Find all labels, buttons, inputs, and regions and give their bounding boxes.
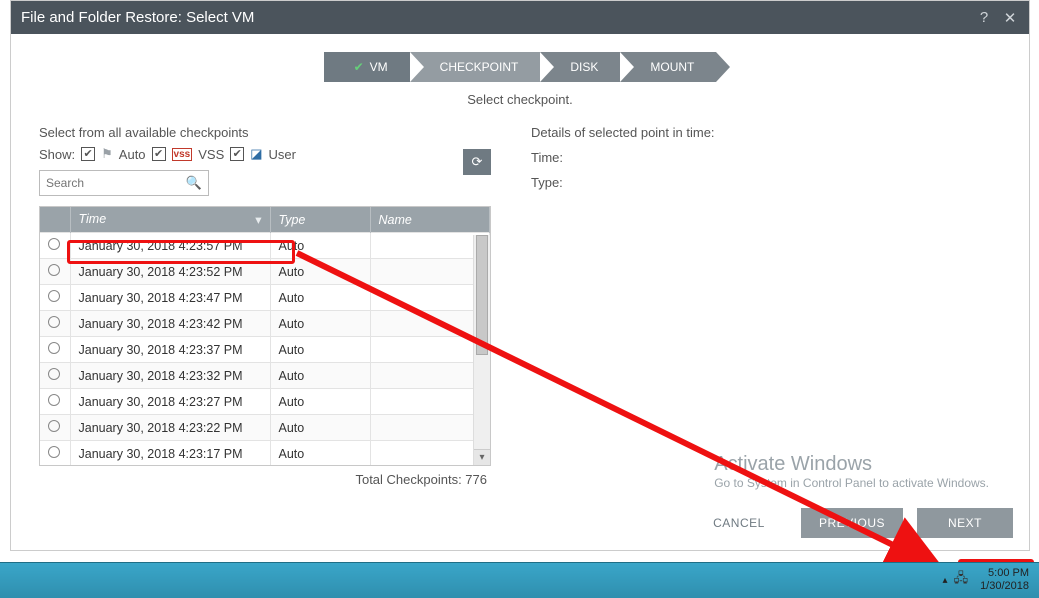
row-time: January 30, 2018 4:23:42 PM — [70, 311, 270, 337]
filter-user-label: User — [269, 147, 296, 162]
search-input[interactable] — [40, 171, 180, 195]
sort-desc-icon: ▾ — [255, 212, 261, 227]
next-button[interactable]: NEXT — [917, 508, 1013, 538]
col-type[interactable]: Type — [270, 207, 370, 233]
step-checkpoint[interactable]: CHECKPOINT — [410, 52, 541, 82]
table-row[interactable]: January 30, 2018 4:23:52 PMAuto — [40, 259, 490, 285]
row-type: Auto — [270, 441, 370, 467]
flag-icon: ⚑ — [101, 146, 113, 162]
user-icon: ◪ — [250, 146, 262, 162]
table-row[interactable]: January 30, 2018 4:23:47 PMAuto — [40, 285, 490, 311]
table-row[interactable]: January 30, 2018 4:23:42 PMAuto — [40, 311, 490, 337]
step-disk[interactable]: DISK — [540, 52, 620, 82]
scroll-down-icon[interactable]: ▾ — [474, 449, 490, 465]
row-type: Auto — [270, 389, 370, 415]
row-type: Auto — [270, 363, 370, 389]
row-radio[interactable] — [40, 285, 70, 311]
checkbox-user[interactable]: ✔ — [230, 147, 244, 161]
table-row[interactable]: January 30, 2018 4:23:27 PMAuto — [40, 389, 490, 415]
cancel-button[interactable]: CANCEL — [691, 508, 787, 538]
check-icon: ✔ — [354, 60, 364, 74]
windows-watermark: Activate Windows Go to System in Control… — [714, 453, 989, 490]
row-name — [370, 363, 490, 389]
row-name — [370, 259, 490, 285]
details-type-label: Type: — [531, 175, 1001, 190]
col-radio — [40, 207, 70, 233]
step-vm[interactable]: ✔VM — [324, 52, 410, 82]
row-time: January 30, 2018 4:23:17 PM — [70, 441, 270, 467]
checkbox-vss[interactable]: ✔ — [152, 147, 166, 161]
row-type: Auto — [270, 285, 370, 311]
row-name — [370, 233, 490, 259]
row-type: Auto — [270, 233, 370, 259]
filter-vss-label: VSS — [198, 147, 224, 162]
dialog-header: File and Folder Restore: Select VM ? ✕ — [11, 1, 1029, 34]
row-name — [370, 441, 490, 467]
search-icon[interactable]: 🔍 — [186, 175, 202, 191]
restore-dialog: File and Folder Restore: Select VM ? ✕ ✔… — [10, 0, 1030, 551]
checkpoint-table: Time▾ Type Name January 30, 2018 4:23:57… — [39, 206, 491, 466]
col-name[interactable]: Name — [370, 207, 490, 233]
tray-overflow-icon[interactable]: ▴ — [943, 575, 948, 586]
row-radio[interactable] — [40, 363, 70, 389]
refresh-button[interactable]: ⟳ — [463, 149, 491, 175]
row-time: January 30, 2018 4:23:37 PM — [70, 337, 270, 363]
tray-clock[interactable]: 5:00 PM 1/30/2018 — [974, 565, 1035, 595]
help-icon[interactable]: ? — [975, 9, 993, 27]
tray-date: 1/30/2018 — [980, 580, 1029, 593]
previous-button[interactable]: PREVIOUS — [801, 508, 903, 538]
total-checkpoints: Total Checkpoints: 776 — [39, 472, 491, 487]
table-row[interactable]: January 30, 2018 4:23:17 PMAuto — [40, 441, 490, 467]
row-type: Auto — [270, 337, 370, 363]
left-heading: Select from all available checkpoints — [39, 125, 491, 140]
row-time: January 30, 2018 4:23:52 PM — [70, 259, 270, 285]
row-radio[interactable] — [40, 415, 70, 441]
scroll-thumb[interactable] — [476, 235, 488, 355]
row-name — [370, 311, 490, 337]
table-row[interactable]: January 30, 2018 4:23:32 PMAuto — [40, 363, 490, 389]
wizard-steps: ✔VM CHECKPOINT DISK MOUNT — [11, 52, 1029, 82]
close-icon[interactable]: ✕ — [1001, 9, 1019, 27]
details-heading: Details of selected point in time: — [531, 125, 1001, 140]
row-type: Auto — [270, 311, 370, 337]
row-time: January 30, 2018 4:23:32 PM — [70, 363, 270, 389]
row-radio[interactable] — [40, 441, 70, 467]
col-time[interactable]: Time▾ — [70, 207, 270, 233]
dialog-subtitle: Select checkpoint. — [11, 92, 1029, 107]
row-radio[interactable] — [40, 259, 70, 285]
checkbox-auto[interactable]: ✔ — [81, 147, 95, 161]
filter-auto-label: Auto — [119, 147, 146, 162]
row-type: Auto — [270, 259, 370, 285]
row-name — [370, 285, 490, 311]
table-row[interactable]: January 30, 2018 4:23:22 PMAuto — [40, 415, 490, 441]
vss-icon: vss — [172, 148, 193, 161]
row-radio[interactable] — [40, 389, 70, 415]
system-tray: ▴ 🖧 5:00 PM 1/30/2018 — [943, 564, 1035, 596]
row-type: Auto — [270, 415, 370, 441]
row-time: January 30, 2018 4:23:22 PM — [70, 415, 270, 441]
tray-time: 5:00 PM — [980, 567, 1029, 580]
search-box: 🔍 — [39, 170, 209, 196]
taskbar: ▴ 🖧 5:00 PM 1/30/2018 — [0, 562, 1039, 598]
row-radio[interactable] — [40, 337, 70, 363]
row-radio[interactable] — [40, 233, 70, 259]
filter-row: Show: ✔ ⚑ Auto ✔ vss VSS ✔ ◪ User — [39, 146, 491, 162]
row-time: January 30, 2018 4:23:47 PM — [70, 285, 270, 311]
row-time: January 30, 2018 4:23:57 PM — [70, 233, 270, 259]
dialog-footer: CANCEL PREVIOUS NEXT — [691, 508, 1013, 538]
row-name — [370, 337, 490, 363]
show-label: Show: — [39, 147, 75, 162]
scrollbar[interactable]: ▾ — [473, 235, 490, 465]
table-row[interactable]: January 30, 2018 4:23:37 PMAuto — [40, 337, 490, 363]
details-time-label: Time: — [531, 150, 1001, 165]
row-name — [370, 389, 490, 415]
dialog-title: File and Folder Restore: Select VM — [21, 9, 254, 26]
row-name — [370, 415, 490, 441]
row-radio[interactable] — [40, 311, 70, 337]
table-row[interactable]: January 30, 2018 4:23:57 PMAuto — [40, 233, 490, 259]
step-mount[interactable]: MOUNT — [620, 52, 716, 82]
network-icon[interactable]: 🖧 — [954, 569, 969, 591]
row-time: January 30, 2018 4:23:27 PM — [70, 389, 270, 415]
